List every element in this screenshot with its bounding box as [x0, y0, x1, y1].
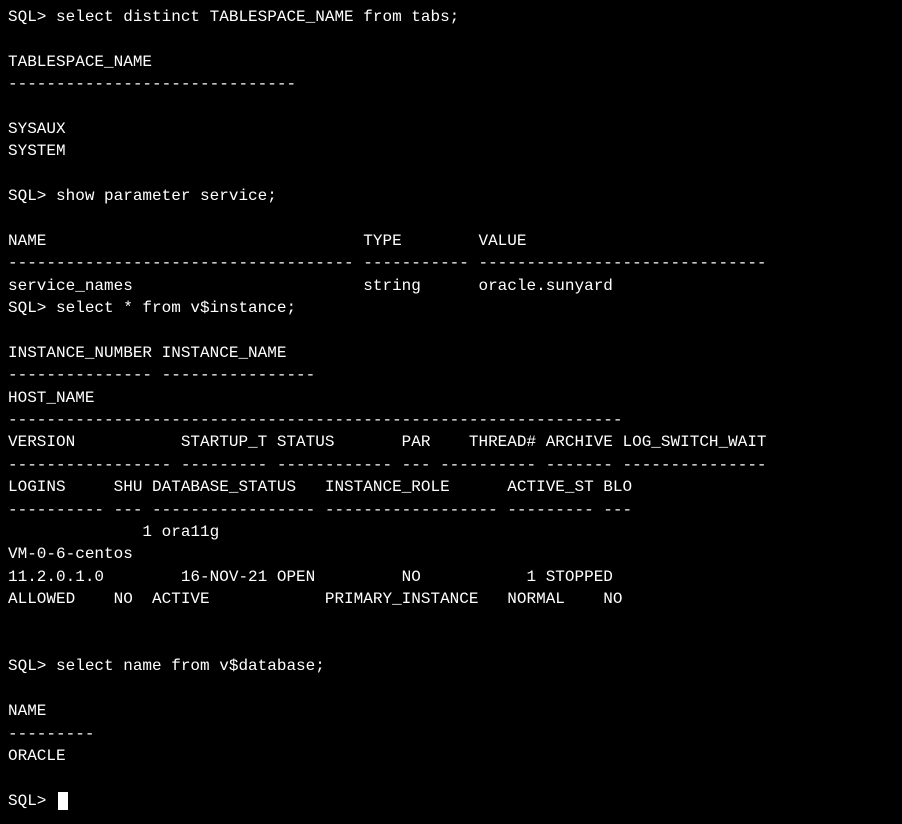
terminal-line: 11.2.0.1.0 16-NOV-21 OPEN NO 1 STOPPED: [8, 568, 613, 586]
terminal-line: SQL> select distinct TABLESPACE_NAME fro…: [8, 8, 459, 26]
terminal-line: ALLOWED NO ACTIVE PRIMARY_INSTANCE NORMA…: [8, 590, 623, 608]
terminal-line: VERSION STARTUP_T STATUS PAR THREAD# ARC…: [8, 433, 767, 451]
terminal-line: --------------- ----------------: [8, 366, 315, 384]
terminal-line: 1 ora11g: [8, 523, 219, 541]
terminal-line: INSTANCE_NUMBER INSTANCE_NAME: [8, 344, 286, 362]
terminal-line: SQL> show parameter service;: [8, 187, 277, 205]
terminal-line: NAME TYPE VALUE: [8, 232, 526, 250]
terminal-output[interactable]: SQL> select distinct TABLESPACE_NAME fro…: [0, 0, 902, 818]
terminal-line: ORACLE: [8, 747, 66, 765]
sql-prompt: SQL>: [8, 792, 56, 810]
terminal-line: LOGINS SHU DATABASE_STATUS INSTANCE_ROLE…: [8, 478, 632, 496]
terminal-line: SYSAUX: [8, 120, 66, 138]
terminal-line: service_names string oracle.sunyard: [8, 277, 613, 295]
terminal-line: VM-0-6-centos: [8, 545, 133, 563]
terminal-line: ---------- --- ----------------- -------…: [8, 501, 632, 519]
terminal-prompt-line[interactable]: SQL>: [8, 792, 68, 810]
terminal-line: SQL> select name from v$database;: [8, 657, 325, 675]
terminal-line: HOST_NAME: [8, 389, 94, 407]
terminal-line: ------------------------------------ ---…: [8, 254, 767, 272]
terminal-line: SQL> select * from v$instance;: [8, 299, 296, 317]
terminal-line: ------------------------------: [8, 75, 296, 93]
terminal-line: TABLESPACE_NAME: [8, 53, 152, 71]
terminal-line: SYSTEM: [8, 142, 66, 160]
terminal-line: ----------------------------------------…: [8, 411, 623, 429]
terminal-line: NAME: [8, 702, 46, 720]
terminal-line: ----------------- --------- ------------…: [8, 456, 767, 474]
cursor-icon: [58, 792, 68, 810]
terminal-line: ---------: [8, 725, 94, 743]
